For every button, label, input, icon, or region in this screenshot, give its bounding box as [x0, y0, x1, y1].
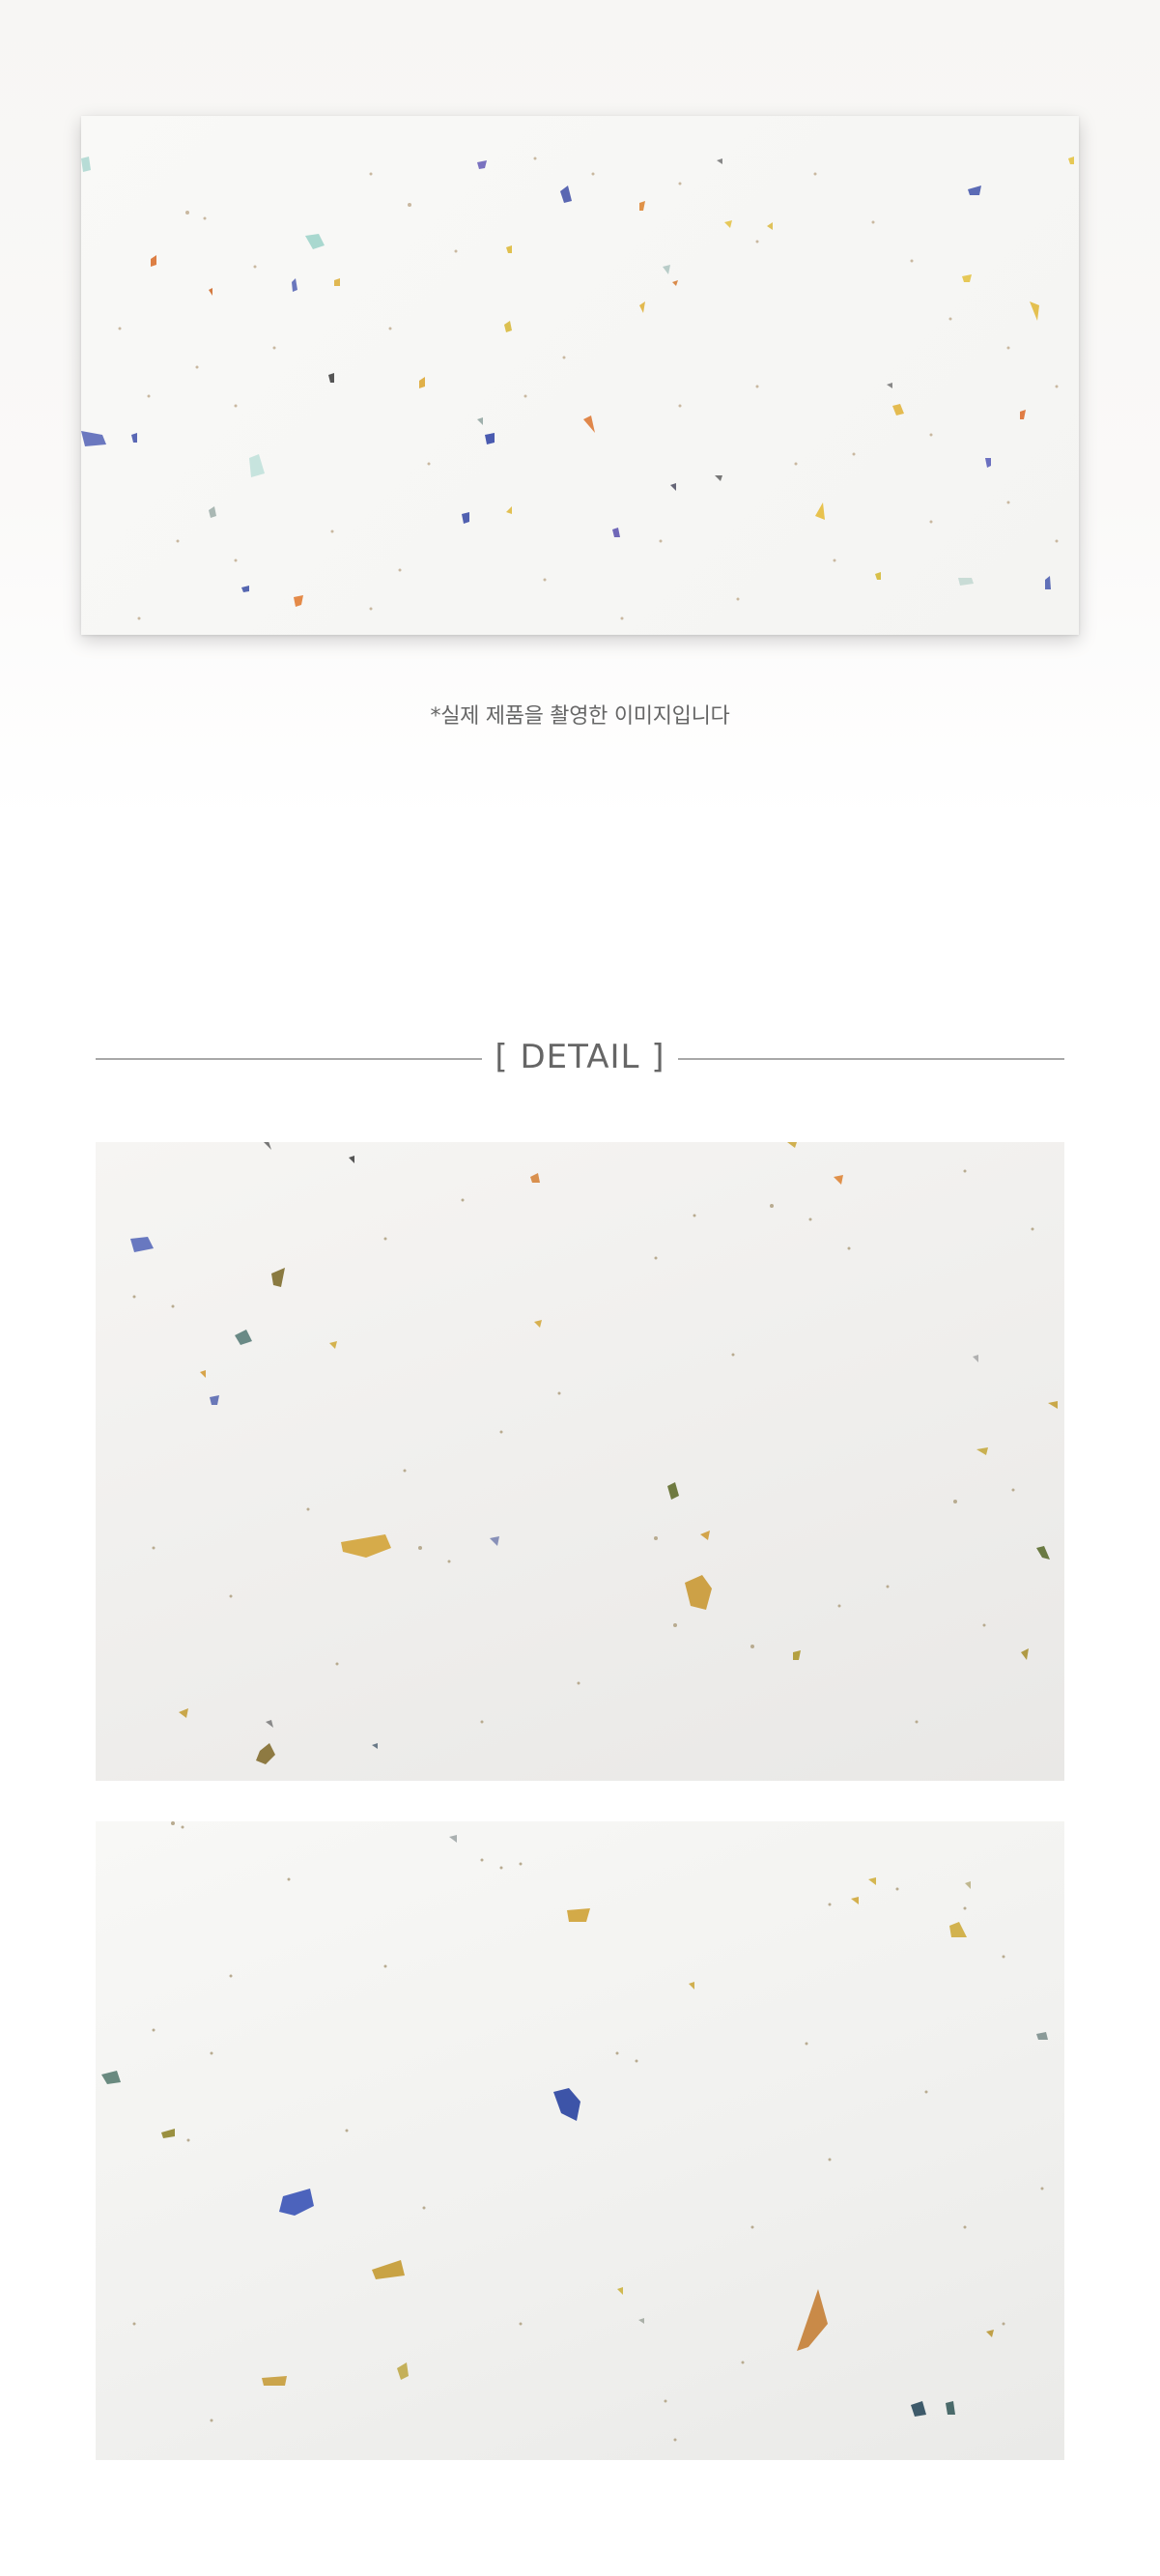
divider-line-right: [678, 1058, 1064, 1060]
detail-closeup-image-1: [96, 1142, 1064, 1781]
terrazzo-paper-product-image: [81, 116, 1079, 635]
photo-disclaimer-caption: *실제 제품을 촬영한 이미지입니다: [430, 704, 730, 729]
detail-section-heading: [ DETAIL ]: [96, 1032, 1064, 1086]
closeup-fleck-pattern-2: [101, 1821, 1048, 2442]
detail-closeup-image-2: [96, 1821, 1064, 2460]
terrazzo-fleck-pattern: [81, 157, 1074, 620]
detail-title: [ DETAIL ]: [495, 1038, 665, 1076]
product-hero-section: *실제 제품을 촬영한 이미지입니다: [0, 0, 1160, 821]
closeup-fleck-pattern-1: [130, 1142, 1058, 1764]
